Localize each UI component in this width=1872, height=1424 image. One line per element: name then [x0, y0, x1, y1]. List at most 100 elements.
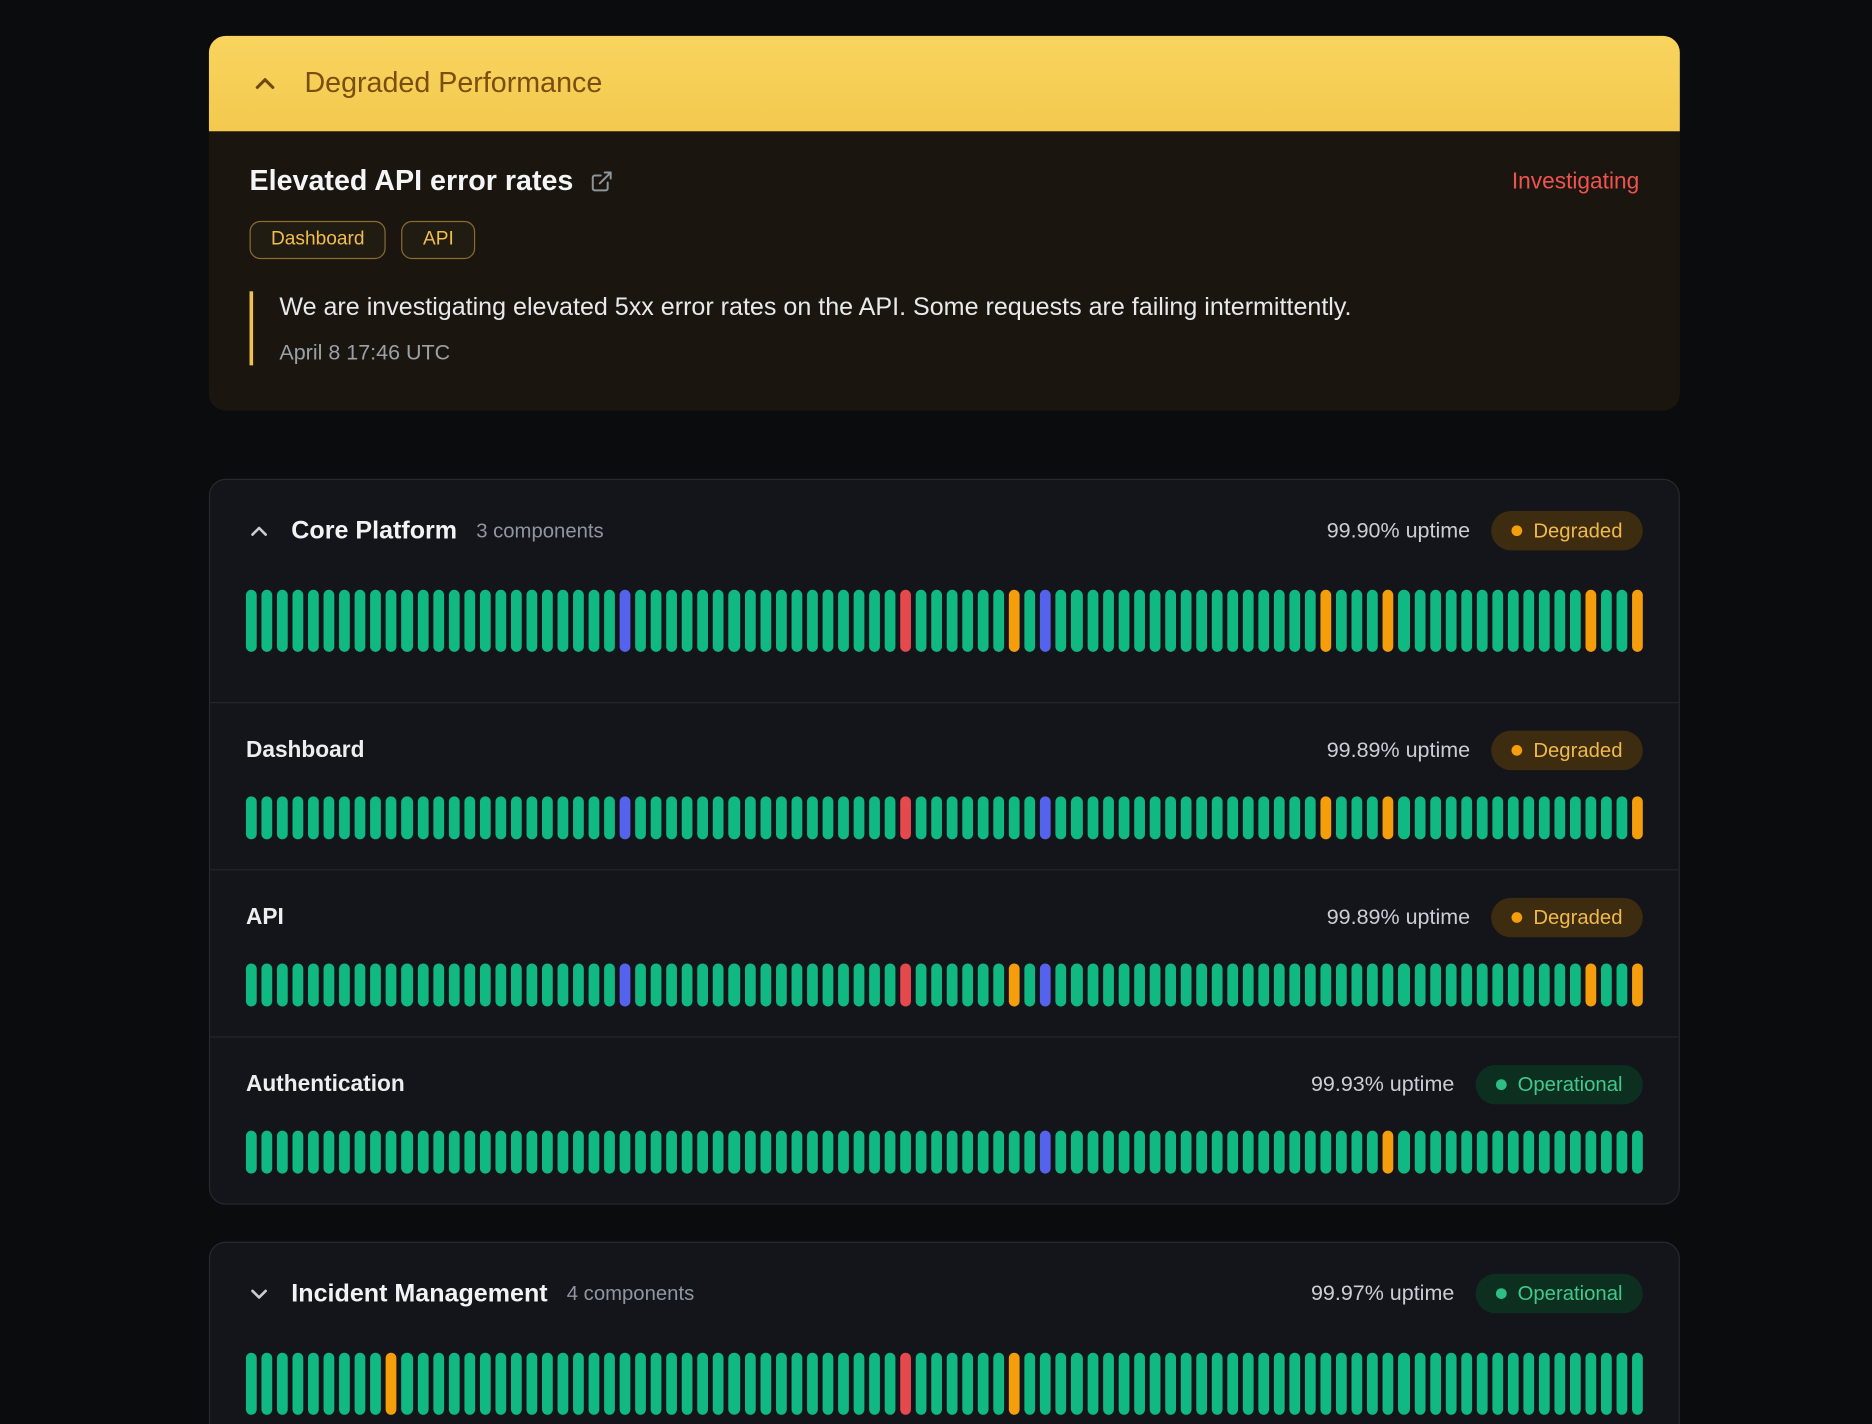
uptime-bar	[464, 1353, 475, 1415]
uptime-bar	[1072, 1353, 1083, 1415]
uptime-bar	[635, 1131, 646, 1174]
uptime-bar	[900, 797, 911, 840]
uptime-bar	[1414, 1353, 1425, 1415]
uptime-bar	[838, 1353, 849, 1415]
uptime-bar	[1087, 797, 1098, 840]
component-row-right: 99.89% uptimeDegraded	[1327, 898, 1643, 937]
uptime-bar	[994, 590, 1005, 652]
uptime-bar	[713, 964, 724, 1007]
uptime-bar	[1134, 964, 1145, 1007]
uptime-bar	[713, 1131, 724, 1174]
status-badge: Degraded	[1492, 731, 1643, 770]
uptime-bar	[1243, 1353, 1254, 1415]
uptime-bar	[1025, 964, 1036, 1007]
uptime-bar	[511, 1353, 522, 1415]
uptime-bar	[246, 964, 257, 1007]
uptime-bar	[480, 1131, 491, 1174]
uptime-bar	[760, 1131, 771, 1174]
uptime-bar	[916, 797, 927, 840]
uptime-bar	[1336, 1131, 1347, 1174]
uptime-bar	[1508, 1131, 1519, 1174]
uptime-bar	[557, 590, 568, 652]
uptime-bar	[776, 1131, 787, 1174]
uptime-bar	[1087, 1353, 1098, 1415]
component-row-header: API99.89% uptimeDegraded	[246, 898, 1643, 937]
uptime-bar	[262, 964, 273, 1007]
uptime-bar	[464, 1131, 475, 1174]
group-header[interactable]: Incident Management4 components99.97% up…	[210, 1243, 1678, 1313]
uptime-bar	[807, 797, 818, 840]
incident-title[interactable]: Elevated API error rates	[250, 165, 574, 198]
uptime-bar	[386, 797, 397, 840]
uptime-bar	[262, 1353, 273, 1415]
uptime-bar	[1212, 797, 1223, 840]
uptime-bar	[1430, 964, 1441, 1007]
uptime-bar	[1352, 1353, 1363, 1415]
uptime-bar	[698, 1353, 709, 1415]
uptime-bar	[1632, 797, 1643, 840]
uptime-bar	[464, 590, 475, 652]
uptime-bar	[1305, 590, 1316, 652]
uptime-bar	[573, 797, 584, 840]
uptime-bar	[262, 797, 273, 840]
uptime-bar	[495, 590, 506, 652]
uptime-bar	[1461, 590, 1472, 652]
uptime-bar	[1165, 797, 1176, 840]
uptime-bar	[1103, 964, 1114, 1007]
uptime-bar	[1009, 1131, 1020, 1174]
uptime-bar	[511, 964, 522, 1007]
chevron-up-icon[interactable]	[246, 518, 272, 544]
status-badge: Operational	[1476, 1274, 1643, 1313]
uptime-bar	[293, 1353, 304, 1415]
uptime-bar	[433, 964, 444, 1007]
uptime-bar	[433, 590, 444, 652]
group-card-core-platform: Core Platform3 components99.90% uptimeDe…	[209, 479, 1680, 1205]
uptime-bar	[1383, 1131, 1394, 1174]
uptime-bar	[931, 1353, 942, 1415]
uptime-bar	[1476, 797, 1487, 840]
uptime-bar	[1383, 797, 1394, 840]
uptime-bar	[324, 1131, 335, 1174]
status-label: Operational	[1518, 1284, 1623, 1304]
uptime-bar	[1274, 1131, 1285, 1174]
uptime-bar	[1103, 797, 1114, 840]
uptime-bar	[838, 797, 849, 840]
uptime-bar	[355, 590, 366, 652]
uptime-bar	[1025, 1131, 1036, 1174]
uptime-bar	[1492, 797, 1503, 840]
chevron-up-icon[interactable]	[250, 68, 281, 99]
uptime-bar	[1476, 590, 1487, 652]
uptime-bar	[1539, 590, 1550, 652]
uptime-bar	[853, 797, 864, 840]
uptime-bar	[853, 590, 864, 652]
uptime-bar	[1570, 1353, 1581, 1415]
uptime-bar	[1383, 964, 1394, 1007]
uptime-bar	[776, 590, 787, 652]
uptime-bar	[1586, 1353, 1597, 1415]
group-title: Core Platform	[291, 517, 457, 546]
uptime-bar	[947, 797, 958, 840]
group-header[interactable]: Core Platform3 components99.90% uptimeDe…	[210, 480, 1678, 550]
uptime-bar	[994, 1131, 1005, 1174]
uptime-bar	[1165, 1131, 1176, 1174]
uptime-bar	[838, 590, 849, 652]
chevron-down-icon[interactable]	[246, 1281, 272, 1307]
uptime-bar	[1321, 590, 1332, 652]
uptime-bar	[448, 797, 459, 840]
incident-banner[interactable]: Degraded Performance	[209, 36, 1680, 132]
external-link-icon[interactable]	[590, 170, 614, 194]
uptime-bar	[1336, 797, 1347, 840]
uptime-bar	[1149, 590, 1160, 652]
uptime-bar	[682, 964, 693, 1007]
component-uptime: 99.93% uptime	[1311, 1073, 1454, 1098]
uptime-bar	[262, 1131, 273, 1174]
status-label: Operational	[1518, 1075, 1623, 1095]
component-row-authentication: Authentication99.93% uptimeOperational	[210, 1037, 1678, 1204]
uptime-bar	[1445, 590, 1456, 652]
group-header-right: 99.90% uptimeDegraded	[1327, 511, 1643, 550]
incident-title-link[interactable]: Elevated API error rates	[250, 165, 614, 198]
uptime-bar	[495, 1353, 506, 1415]
uptime-bar	[667, 1353, 678, 1415]
uptime-bar	[1321, 797, 1332, 840]
uptime-bar	[1554, 590, 1565, 652]
